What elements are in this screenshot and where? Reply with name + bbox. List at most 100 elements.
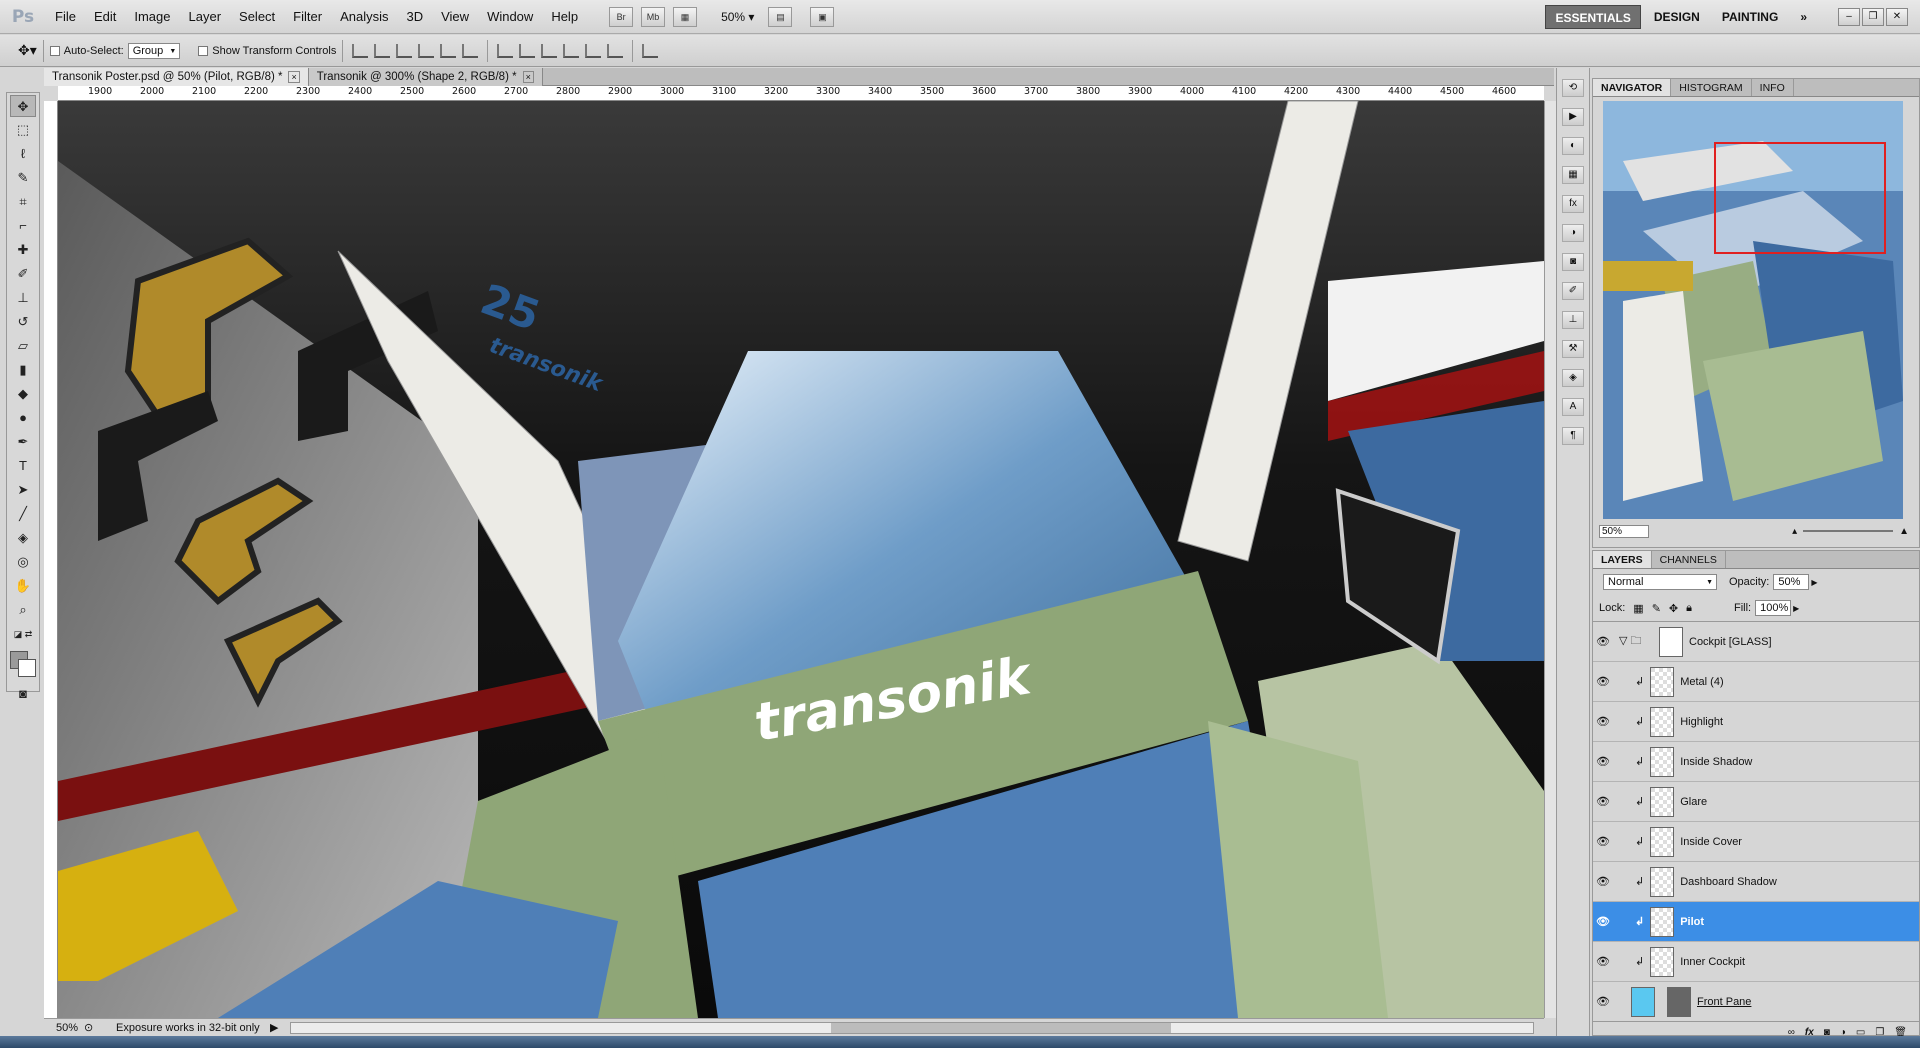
eraser-tool-icon[interactable]: ▱ (10, 335, 36, 357)
zoom-in-icon[interactable]: ▲ (1899, 526, 1909, 537)
masks-panel-icon[interactable]: ◙ (1562, 253, 1584, 271)
visibility-eye-icon[interactable]: 👁︎ (1593, 675, 1613, 688)
tab-transonik[interactable]: Transonik @ 300% (Shape 2, RGB/8) * × (308, 68, 543, 86)
clone-source-panel-icon[interactable]: ⊥ (1562, 311, 1584, 329)
visibility-eye-icon[interactable]: 👁︎ (1593, 635, 1613, 648)
align-bottom-icon[interactable] (396, 43, 413, 58)
minimize-icon[interactable]: – (1838, 7, 1860, 26)
move-tool-icon[interactable]: ✥ (10, 95, 36, 117)
menu-layer[interactable]: Layer (180, 9, 231, 24)
align-left-icon[interactable] (418, 43, 435, 58)
layer-row[interactable]: 👁︎ ▽ 🗀︎ Cockpit [GLASS] (1593, 622, 1919, 662)
tab-close-icon[interactable]: × (522, 71, 534, 83)
menu-view[interactable]: View (432, 9, 478, 24)
tab-layers[interactable]: LAYERS (1593, 551, 1652, 568)
default-colors-icon[interactable]: ◪ ⇄ (10, 623, 36, 645)
clone-stamp-tool-icon[interactable]: ⊥ (10, 287, 36, 309)
menu-analysis[interactable]: Analysis (331, 9, 397, 24)
visibility-eye-icon[interactable]: 👁︎ (1593, 875, 1613, 888)
transform-controls-checkbox[interactable] (198, 45, 209, 56)
zoom-tool-icon[interactable]: ⌕ (10, 599, 36, 621)
tab-info[interactable]: INFO (1752, 79, 1794, 96)
layer-row[interactable]: 👁︎ Front Pane (1593, 982, 1919, 1021)
opacity-arrow-icon[interactable]: ▶ (1811, 578, 1817, 587)
lock-image-icon[interactable]: ✎ (1652, 602, 1661, 615)
navigator-zoom-slider[interactable] (1803, 530, 1894, 532)
type-tool-icon[interactable]: T (10, 455, 36, 477)
healing-brush-tool-icon[interactable]: ✚ (10, 239, 36, 261)
view-extras-icon[interactable]: ▦ (673, 6, 698, 27)
dodge-tool-icon[interactable]: ● (10, 407, 36, 429)
styles-panel-icon[interactable]: fx (1562, 195, 1584, 213)
layer-row[interactable]: 👁︎ ↲ Inside Cover (1593, 822, 1919, 862)
fill-arrow-icon[interactable]: ▶ (1793, 604, 1799, 613)
auto-select-checkbox[interactable] (49, 45, 60, 56)
distribute-vcenter-icon[interactable] (519, 43, 536, 58)
3d-panel-icon[interactable]: ◈ (1562, 369, 1584, 387)
mini-bridge-button[interactable]: Mb (641, 6, 666, 27)
history-panel-icon[interactable]: ⟲ (1562, 79, 1584, 97)
workspace-design[interactable]: DESIGN (1645, 5, 1709, 29)
menu-select[interactable]: Select (230, 9, 284, 24)
marquee-tool-icon[interactable]: ⬚ (10, 119, 36, 141)
lock-position-icon[interactable]: ✥ (1669, 602, 1678, 615)
tab-transonik-poster[interactable]: Transonik Poster.psd @ 50% (Pilot, RGB/8… (44, 68, 309, 86)
crop-tool-icon[interactable]: ⌗ (10, 191, 36, 213)
horizontal-scrollbar[interactable] (290, 1021, 1534, 1034)
status-arrow-icon[interactable]: ▶ (270, 1021, 280, 1034)
3d-rotate-tool-icon[interactable]: ◈ (10, 527, 36, 549)
distribute-hcenter-icon[interactable] (585, 43, 602, 58)
swatches-panel-icon[interactable]: ▦ (1562, 166, 1584, 184)
3d-orbit-tool-icon[interactable]: ◎ (10, 551, 36, 573)
gradient-tool-icon[interactable]: ▮ (10, 359, 36, 381)
visibility-eye-icon[interactable]: 👁︎ (1593, 795, 1613, 808)
distribute-left-icon[interactable] (563, 43, 580, 58)
menu-window[interactable]: Window (478, 9, 542, 24)
fill-input[interactable]: 100% (1755, 600, 1792, 616)
opacity-input[interactable]: 50% (1773, 574, 1810, 590)
tab-navigator[interactable]: NAVIGATOR (1593, 79, 1672, 96)
group-folder-icon[interactable]: ▽ 🗀︎ (1619, 632, 1653, 651)
visibility-eye-icon[interactable]: 👁︎ (1593, 715, 1613, 728)
pen-tool-icon[interactable]: ✒ (10, 431, 36, 453)
close-icon[interactable]: ✕ (1886, 7, 1908, 26)
layer-row[interactable]: 👁︎ ↲ Inner Cockpit (1593, 942, 1919, 982)
align-top-icon[interactable] (352, 43, 369, 58)
visibility-eye-icon[interactable]: 👁︎ (1593, 995, 1613, 1008)
align-right-icon[interactable] (462, 43, 479, 58)
auto-align-icon[interactable] (642, 43, 659, 58)
screen-mode-icon[interactable]: ▣ (810, 6, 835, 27)
distribute-right-icon[interactable] (607, 43, 624, 58)
menu-edit[interactable]: Edit (85, 9, 125, 24)
layer-row[interactable]: 👁︎ ↲ Glare (1593, 782, 1919, 822)
adjustments-panel-icon[interactable]: ◑ (1562, 224, 1584, 242)
move-tool-preset-icon[interactable]: ✥▾ (18, 42, 37, 59)
workspace-painting[interactable]: PAINTING (1713, 5, 1787, 29)
actions-panel-icon[interactable]: ▶ (1562, 108, 1584, 126)
vertical-scrollbar[interactable] (1544, 101, 1556, 1018)
distribute-top-icon[interactable] (497, 43, 514, 58)
history-brush-tool-icon[interactable]: ↺ (10, 311, 36, 333)
blur-tool-icon[interactable]: ◆ (10, 383, 36, 405)
layer-row[interactable]: 👁︎ ↲ Dashboard Shadow (1593, 862, 1919, 902)
status-zoom[interactable]: 50% (44, 1022, 84, 1034)
quick-mask-icon[interactable]: ◙ (10, 683, 36, 705)
workspace-essentials[interactable]: ESSENTIALS (1545, 4, 1641, 29)
menu-filter[interactable]: Filter (284, 9, 331, 24)
eyedropper-tool-icon[interactable]: ⌐ (10, 215, 36, 237)
menu-image[interactable]: Image (125, 9, 179, 24)
tab-close-icon[interactable]: × (288, 71, 300, 83)
menu-3d[interactable]: 3D (397, 9, 432, 24)
hand-tool-icon[interactable]: ✋ (10, 575, 36, 597)
layer-row[interactable]: 👁︎ ↲ Highlight (1593, 702, 1919, 742)
arrange-documents-icon[interactable]: ▤ (768, 6, 793, 27)
paragraph-panel-icon[interactable]: ¶ (1562, 427, 1584, 445)
zoom-out-icon[interactable]: ▴ (1792, 526, 1797, 537)
visibility-eye-icon[interactable]: 👁︎ (1593, 955, 1613, 968)
zoom-dropdown[interactable]: 50% ▾ (721, 10, 754, 24)
layer-row[interactable]: 👁︎ ↲ Pilot (1593, 902, 1919, 942)
tool-presets-panel-icon[interactable]: ⚒ (1562, 340, 1584, 358)
menu-help[interactable]: Help (542, 9, 587, 24)
workspace-more[interactable]: » (1791, 5, 1816, 29)
visibility-eye-icon[interactable]: 👁︎ (1593, 835, 1613, 848)
